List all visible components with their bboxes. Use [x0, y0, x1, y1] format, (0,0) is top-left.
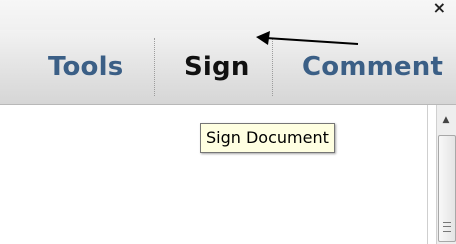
grip-icon: [443, 222, 451, 232]
task-pane-toolbar: Tools Sign Comment: [0, 30, 456, 105]
scroll-up-arrow-icon[interactable]: ▲: [437, 111, 455, 129]
scroll-thumb[interactable]: [438, 135, 456, 242]
sign-document-tooltip: Sign Document: [200, 123, 335, 153]
vertical-scrollbar[interactable]: ▲: [436, 105, 456, 244]
tab-tools[interactable]: Tools: [48, 30, 123, 104]
window-title-strip: ×: [0, 0, 456, 30]
tab-sign[interactable]: Sign: [184, 30, 250, 104]
arrow-left-icon: [256, 31, 359, 45]
pane-divider: [427, 105, 428, 244]
tab-separator: [154, 38, 155, 96]
close-icon[interactable]: ×: [433, 0, 446, 17]
